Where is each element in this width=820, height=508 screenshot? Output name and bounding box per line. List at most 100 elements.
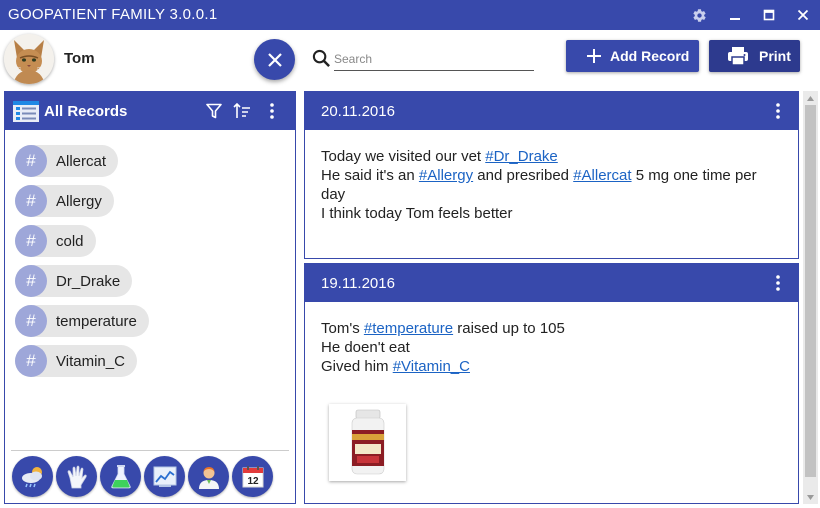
tag-chip-cold[interactable]: # cold xyxy=(15,225,96,257)
plus-icon xyxy=(587,49,601,63)
filter-button[interactable] xyxy=(201,92,227,130)
hash-icon: # xyxy=(15,305,47,337)
records-scrollbar[interactable] xyxy=(803,91,818,504)
record-date: 19.11.2016 xyxy=(321,275,395,292)
attachment-thumbnail[interactable] xyxy=(329,404,406,481)
calendar-button[interactable]: 12 xyxy=(232,456,273,497)
panel-divider xyxy=(11,450,289,451)
scroll-thumb[interactable] xyxy=(805,105,816,477)
records-list: 20.11.2016 Today we visited our vet #Dr_… xyxy=(304,91,799,504)
sort-button[interactable] xyxy=(229,92,255,130)
tag-chip-allercat[interactable]: # Allercat xyxy=(15,145,119,177)
sort-icon xyxy=(233,103,250,118)
scroll-down-button[interactable] xyxy=(803,490,818,504)
record-card[interactable]: 20.11.2016 Today we visited our vet #Dr_… xyxy=(304,91,799,259)
app-window: GOOPATIENT FAMILY 3.0.0.1 Tom Search Add… xyxy=(0,0,820,508)
chevron-up-icon xyxy=(807,95,814,101)
vitamin-bottle-image xyxy=(329,404,406,481)
avatar[interactable] xyxy=(4,34,54,84)
tag-list: # Allercat # Allergy # cold # Dr_Drake # temp… xyxy=(15,145,149,385)
tag-label: Allergy xyxy=(56,192,102,210)
lab-button[interactable] xyxy=(100,456,141,497)
print-button[interactable]: Print xyxy=(709,40,800,72)
tag-chip-allergy[interactable]: # Allergy xyxy=(15,185,114,217)
statistics-button[interactable] xyxy=(144,456,185,497)
more-vertical-icon xyxy=(776,103,780,119)
search-icon[interactable] xyxy=(312,49,331,68)
hashtag-link[interactable]: #Allercat xyxy=(573,167,631,184)
hash-icon: # xyxy=(15,265,47,297)
tag-chip-vitamin-c[interactable]: # Vitamin_C xyxy=(15,345,137,377)
close-profile-button[interactable] xyxy=(254,39,295,80)
cat-avatar-image xyxy=(4,34,54,84)
record-text-segment: raised up to 105 xyxy=(453,320,565,337)
records-list-icon xyxy=(13,101,39,122)
hash-icon: # xyxy=(15,225,47,257)
print-label: Print xyxy=(759,48,791,64)
record-text: Today we visited our vet #Dr_Drake He sai… xyxy=(305,130,798,223)
record-line: He doen't eat xyxy=(321,338,782,357)
record-menu-button[interactable] xyxy=(768,264,788,302)
hashtag-link[interactable]: #Dr_Drake xyxy=(485,148,558,165)
more-vertical-icon xyxy=(776,275,780,291)
flask-icon xyxy=(110,464,131,488)
printer-icon xyxy=(728,47,748,66)
add-record-button[interactable]: Add Record xyxy=(566,40,699,72)
hash-icon: # xyxy=(15,185,47,217)
doctor-icon xyxy=(198,466,219,489)
tag-label: cold xyxy=(56,232,84,250)
tag-chip-dr-drake[interactable]: # Dr_Drake xyxy=(15,265,133,297)
weather-icon xyxy=(21,466,42,487)
minimize-icon xyxy=(730,18,740,20)
glove-icon xyxy=(67,465,87,488)
record-line: Gived him #Vitamin_C xyxy=(321,357,782,376)
tag-label: Dr_Drake xyxy=(56,272,121,290)
record-text-segment: Tom's xyxy=(321,320,364,337)
record-text-segment: and presribed xyxy=(473,167,574,184)
record-text-segment: Today we visited our vet xyxy=(321,148,486,165)
app-title: GOOPATIENT FAMILY 3.0.0.1 xyxy=(8,6,218,23)
calendar-icon: 12 xyxy=(242,465,263,487)
record-text-segment: Gived him xyxy=(321,358,393,375)
record-line: I think today Tom feels better xyxy=(321,204,782,223)
search-underline xyxy=(334,70,534,71)
minimize-button[interactable] xyxy=(720,0,750,30)
settings-button[interactable] xyxy=(684,0,714,30)
search-input[interactable] xyxy=(334,50,534,68)
hashtag-link[interactable]: #Vitamin_C xyxy=(393,358,470,375)
doctor-button[interactable] xyxy=(188,456,229,497)
hashtag-link[interactable]: #temperature xyxy=(364,320,453,337)
hash-icon: # xyxy=(15,345,47,377)
hash-icon: # xyxy=(15,145,47,177)
record-header: 20.11.2016 xyxy=(305,92,798,130)
title-bar: GOOPATIENT FAMILY 3.0.0.1 xyxy=(0,0,820,30)
close-icon xyxy=(267,52,282,67)
tags-panel-title: All Records xyxy=(44,103,128,120)
maximize-icon xyxy=(763,9,775,21)
search-box xyxy=(312,47,534,71)
record-line: Tom's #temperature raised up to 105 xyxy=(321,319,782,338)
record-text: Tom's #temperature raised up to 105 He do… xyxy=(305,302,798,376)
record-menu-button[interactable] xyxy=(768,92,788,130)
chart-icon xyxy=(153,466,176,487)
gear-icon xyxy=(692,8,706,22)
record-header: 19.11.2016 xyxy=(305,264,798,302)
username: Tom xyxy=(64,50,95,67)
record-text-segment: He said it's an xyxy=(321,167,419,184)
close-icon xyxy=(797,9,809,21)
glove-button[interactable] xyxy=(56,456,97,497)
scroll-up-button[interactable] xyxy=(803,91,818,105)
tag-label: Vitamin_C xyxy=(56,352,125,370)
tag-label: Allercat xyxy=(56,152,107,170)
maximize-button[interactable] xyxy=(754,0,784,30)
record-line: He said it's an #Allergy and presribed #… xyxy=(321,166,782,204)
tag-chip-temperature[interactable]: # temperature xyxy=(15,305,149,337)
window-close-button[interactable] xyxy=(788,0,818,30)
weather-button[interactable] xyxy=(12,456,53,497)
sidebar-menu-button[interactable] xyxy=(259,92,285,130)
hashtag-link[interactable]: #Allergy xyxy=(419,167,473,184)
record-line: Today we visited our vet #Dr_Drake xyxy=(321,147,782,166)
record-card[interactable]: 19.11.2016 Tom's #temperature raised up … xyxy=(304,263,799,504)
tags-panel-header: All Records xyxy=(5,92,295,130)
chevron-down-icon xyxy=(807,494,814,500)
